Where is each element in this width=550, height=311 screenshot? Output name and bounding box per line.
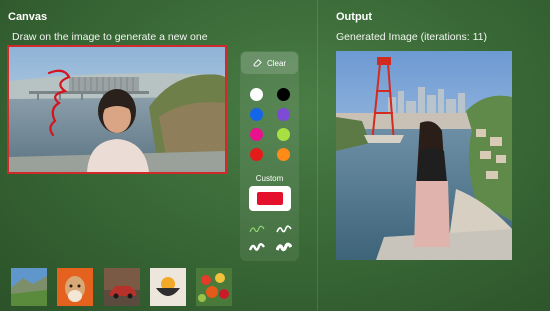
custom-color-label: Custom: [255, 174, 284, 183]
color-swatch[interactable]: [277, 128, 290, 141]
output-title: Output: [336, 11, 373, 23]
car-thumb[interactable]: [104, 268, 140, 306]
output-caption: Generated Image (iterations: 11): [336, 31, 487, 43]
clear-button[interactable]: Clear: [241, 52, 298, 74]
color-swatch[interactable]: [277, 88, 290, 101]
color-swatch[interactable]: [277, 148, 290, 161]
dog-thumb[interactable]: [57, 268, 93, 306]
custom-color-swatch: [257, 192, 283, 205]
color-swatch[interactable]: [277, 108, 290, 121]
brush-bold-icon[interactable]: [275, 240, 293, 252]
bowl-thumb[interactable]: [150, 268, 186, 306]
color-swatch[interactable]: [250, 88, 263, 101]
canvas-title: Canvas: [8, 11, 48, 23]
custom-color-picker[interactable]: [249, 186, 291, 211]
color-swatch[interactable]: [250, 108, 263, 121]
clear-label: Clear: [266, 58, 287, 68]
brush-thick-icon[interactable]: [248, 240, 266, 252]
canvas-instruction: Draw on the image to generate a new one: [12, 31, 208, 43]
eraser-icon: [253, 58, 262, 69]
food-thumb[interactable]: [196, 268, 232, 306]
color-swatch[interactable]: [250, 128, 263, 141]
brush-thin-icon[interactable]: [249, 222, 265, 234]
color-swatch[interactable]: [250, 148, 263, 161]
drawing-canvas[interactable]: [7, 45, 227, 174]
panel-divider: [317, 0, 318, 311]
brush-medium-icon[interactable]: [276, 222, 292, 234]
landscape-thumb[interactable]: [11, 268, 47, 306]
generated-image: [336, 51, 512, 260]
